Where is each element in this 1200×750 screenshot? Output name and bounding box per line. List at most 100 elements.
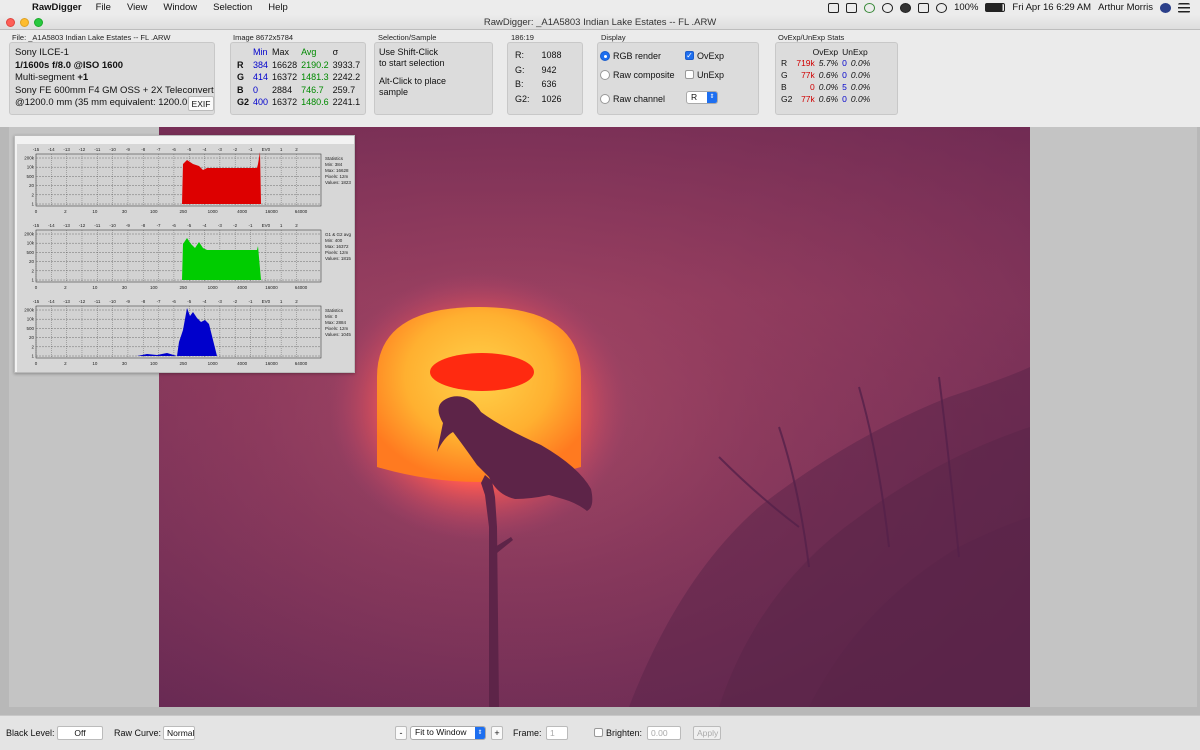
stats-row-r: R 384 16628 2190.2 3933.7: [237, 59, 361, 70]
ev-tick-label: -6: [172, 223, 176, 228]
raw-channel-select[interactable]: R ⇕: [686, 91, 718, 104]
battery-percent: 100%: [954, 2, 979, 13]
x-tick-label: 250: [179, 285, 187, 290]
histogram-panel[interactable]: -15 -14 -13 -12 -11 -10 -9 -8 -7 -6 -5 -4 -3 -2 -1 EV0 1…: [14, 135, 355, 373]
menu-view[interactable]: View: [119, 2, 155, 13]
window-minimize-button[interactable]: [20, 18, 29, 27]
zoom-select[interactable]: Fit to Window ⇕: [410, 726, 486, 740]
x-tick-label: 64000: [295, 361, 308, 366]
ovexp-stats-label: OvExp/UnExp Stats: [778, 33, 845, 42]
x-tick-label: 1000: [208, 361, 219, 366]
ovexp-row-r: R 719k 5.7% 0 0.0%: [781, 58, 871, 68]
histogram-stat-line: Min: 400: [325, 238, 343, 243]
exif-button[interactable]: EXIF: [188, 96, 214, 111]
histogram-stat-line: Pixels: 12m: [325, 250, 349, 255]
ev-tick-label: -7: [157, 299, 161, 304]
unexp-checkbox[interactable]: [685, 70, 694, 79]
image-stats-box: Min Max Avg σ R 384 16628 2190.2 3933.7 …: [230, 42, 366, 115]
header-min: Min: [253, 47, 268, 58]
histogram-stat-line: G1 & G2 avg: [325, 232, 352, 237]
sample-row-r: R: 1088: [515, 50, 562, 61]
menu-app-name[interactable]: RawDigger: [28, 2, 88, 13]
ovexp-header: OvExp: [812, 46, 839, 57]
ev-tick-label: -10: [109, 147, 116, 152]
selection-hint-1: Use Shift-Click: [379, 47, 439, 57]
brighten-field[interactable]: 0.00: [647, 726, 681, 740]
ev-tick-label: 2: [295, 299, 298, 304]
zoom-in-button[interactable]: +: [491, 726, 503, 740]
histogram-red-chart: -15 -14 -13 -12 -11 -10 -9 -8 -7 -6 -5 -4 -3 -2 -1 EV0 1…: [24, 147, 351, 214]
y-tick-label: 10k: [27, 165, 35, 170]
selection-hint-4: sample: [379, 86, 409, 97]
skype-icon[interactable]: [882, 2, 894, 13]
black-level-button[interactable]: Off: [57, 726, 103, 740]
x-tick-label: 0: [35, 361, 38, 366]
ovexp-checkbox[interactable]: ✓: [685, 51, 694, 60]
header-sigma: σ: [332, 47, 339, 58]
ovexp-label[interactable]: OvExp: [697, 51, 724, 61]
ev-tick-label: -1: [249, 223, 253, 228]
frame-stepper[interactable]: 1: [546, 726, 568, 740]
unexp-label[interactable]: UnExp: [697, 70, 724, 80]
apply-button[interactable]: Apply: [693, 726, 721, 740]
rgb-render-label[interactable]: RGB render: [613, 51, 661, 61]
menu-file[interactable]: File: [88, 2, 119, 13]
siri-icon[interactable]: [1160, 2, 1171, 13]
evernote-icon[interactable]: [864, 2, 876, 13]
raw-composite-label[interactable]: Raw composite: [613, 70, 675, 80]
ev-tick-label: -3: [218, 299, 222, 304]
x-tick-label: 16000: [265, 285, 278, 290]
c-app-icon[interactable]: [900, 2, 912, 13]
raw-curve-field[interactable]: Normal: [163, 726, 195, 740]
raw-channel-label[interactable]: Raw channel: [613, 94, 665, 104]
x-tick-label: 10: [92, 209, 98, 214]
ovexp-table: OvExp UnExp R 719k 5.7% 0 0.0% G 77k 0.6…: [779, 46, 872, 105]
menu-help[interactable]: Help: [260, 2, 296, 13]
raw-composite-radio[interactable]: [600, 70, 610, 80]
exposure-info: 1/1600s f/8.0 @ISO 1600: [15, 59, 124, 71]
image-size-label: Image 8672x5784: [233, 33, 294, 42]
metering-mode: Multi-segment +1: [15, 72, 89, 83]
image-stats-table: Min Max Avg σ R 384 16628 2190.2 3933.7 …: [235, 46, 362, 109]
menu-bar: RawDigger File View Window Selection Hel…: [0, 0, 1200, 15]
histogram-stat-line: Values: 1815: [325, 256, 351, 261]
x-tick-label: 4000: [237, 209, 248, 214]
x-tick-label: 30: [122, 361, 128, 366]
malwarebytes-icon[interactable]: [918, 2, 930, 13]
camera-model: Sony ILCE-1: [15, 47, 69, 58]
histogram-stat-line: Statistics: [325, 308, 344, 313]
ev-tick-label: -14: [48, 223, 55, 228]
y-tick-label: 20: [29, 259, 35, 264]
rgb-render-radio[interactable]: [600, 51, 610, 61]
x-tick-label: 64000: [295, 209, 308, 214]
ev-tick-label: -5: [187, 299, 191, 304]
sample-row-b: B: 636: [515, 79, 557, 90]
x-tick-label: 250: [179, 361, 187, 366]
zoom-out-button[interactable]: -: [395, 726, 407, 740]
ev-tick-label: -3: [218, 223, 222, 228]
control-center-icon[interactable]: [1178, 2, 1190, 13]
image-canvas[interactable]: -15 -14 -13 -12 -11 -10 -9 -8 -7 -6 -5 -4 -3 -2 -1 EV0 1…: [9, 127, 1197, 707]
ev-tick-label: EV0: [262, 223, 271, 228]
tablet-status-icon[interactable]: [846, 2, 858, 13]
ev-tick-label: -13: [63, 299, 70, 304]
file-info-box: Sony ILCE-1 1/1600s f/8.0 @ISO 1600 Mult…: [9, 42, 215, 115]
histogram-green: -15 -14 -13 -12 -11 -10 -9 -8 -7 -6 -5 -4 -3 -2 -1 EV0 1…: [17, 220, 354, 296]
ev-tick-label: 2: [295, 223, 298, 228]
window-zoom-button[interactable]: [34, 18, 43, 27]
header-max: Max: [272, 47, 290, 58]
histogram-stat-line: Max: 16372: [325, 244, 349, 249]
window-close-button[interactable]: [6, 18, 15, 27]
raw-channel-radio[interactable]: [600, 94, 610, 104]
menubar-clock[interactable]: Fri Apr 16 6:29 AM: [1012, 2, 1091, 13]
display-box: RGB render Raw composite Raw channel ✓ O…: [597, 42, 759, 115]
x-tick-label: 16000: [265, 361, 278, 366]
menu-selection[interactable]: Selection: [205, 2, 260, 13]
brighten-checkbox[interactable]: [594, 728, 603, 737]
unexp-header: UnExp: [842, 46, 868, 57]
display-status-icon[interactable]: [828, 2, 840, 13]
menu-window[interactable]: Window: [155, 2, 205, 13]
battery-icon[interactable]: [985, 3, 1006, 12]
wifi-icon[interactable]: [936, 2, 948, 13]
menubar-user[interactable]: Arthur Morris: [1098, 2, 1153, 13]
